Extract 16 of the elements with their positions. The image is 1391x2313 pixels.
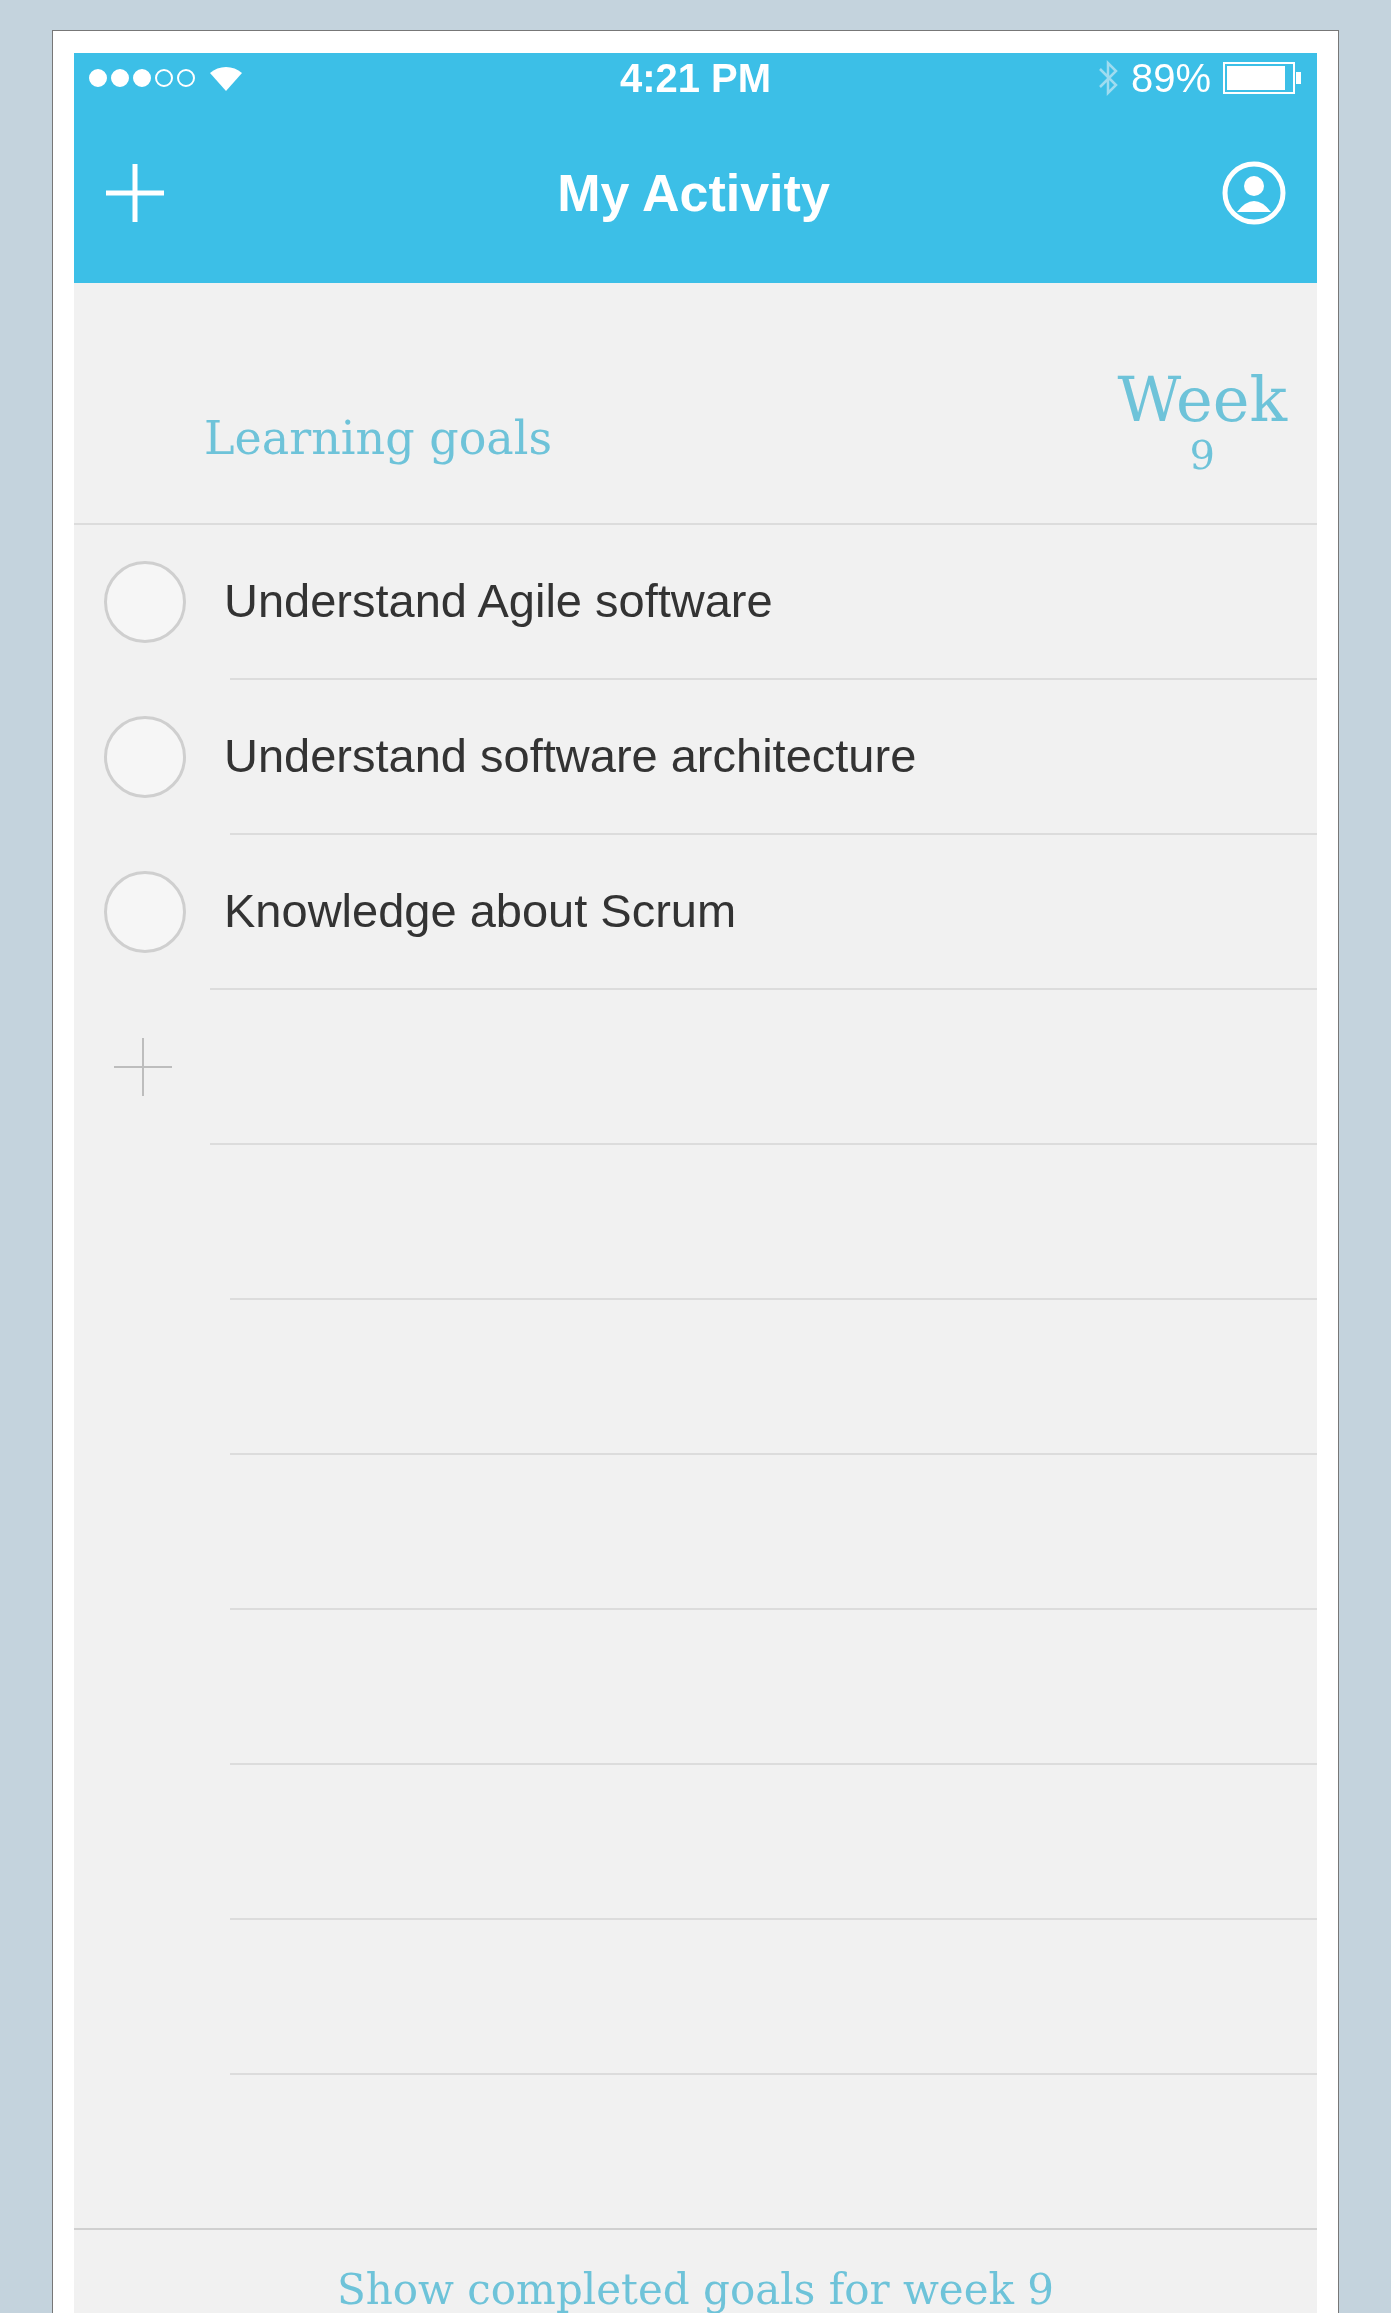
screen-title: My Activity (557, 163, 830, 224)
week-label: Week (1117, 369, 1287, 431)
status-time: 4:21 PM (619, 55, 772, 102)
goal-text: Understand software architecture (224, 728, 917, 785)
week-number: 9 (1189, 435, 1215, 475)
show-completed-link[interactable]: Show completed goals for week 9 (336, 2258, 1055, 2313)
battery-percentage: 89% (1130, 55, 1211, 102)
add-goal-icon[interactable] (112, 1035, 174, 1098)
goal-text: Understand Agile software (224, 573, 773, 630)
add-icon[interactable] (104, 162, 166, 224)
signal-icon (88, 68, 198, 88)
profile-icon[interactable] (1221, 160, 1287, 226)
bluetooth-icon (1096, 59, 1119, 97)
section-title: Learning goals (204, 410, 553, 467)
battery-icon (1223, 61, 1303, 95)
goal-text: Knowledge about Scrum (224, 883, 737, 940)
